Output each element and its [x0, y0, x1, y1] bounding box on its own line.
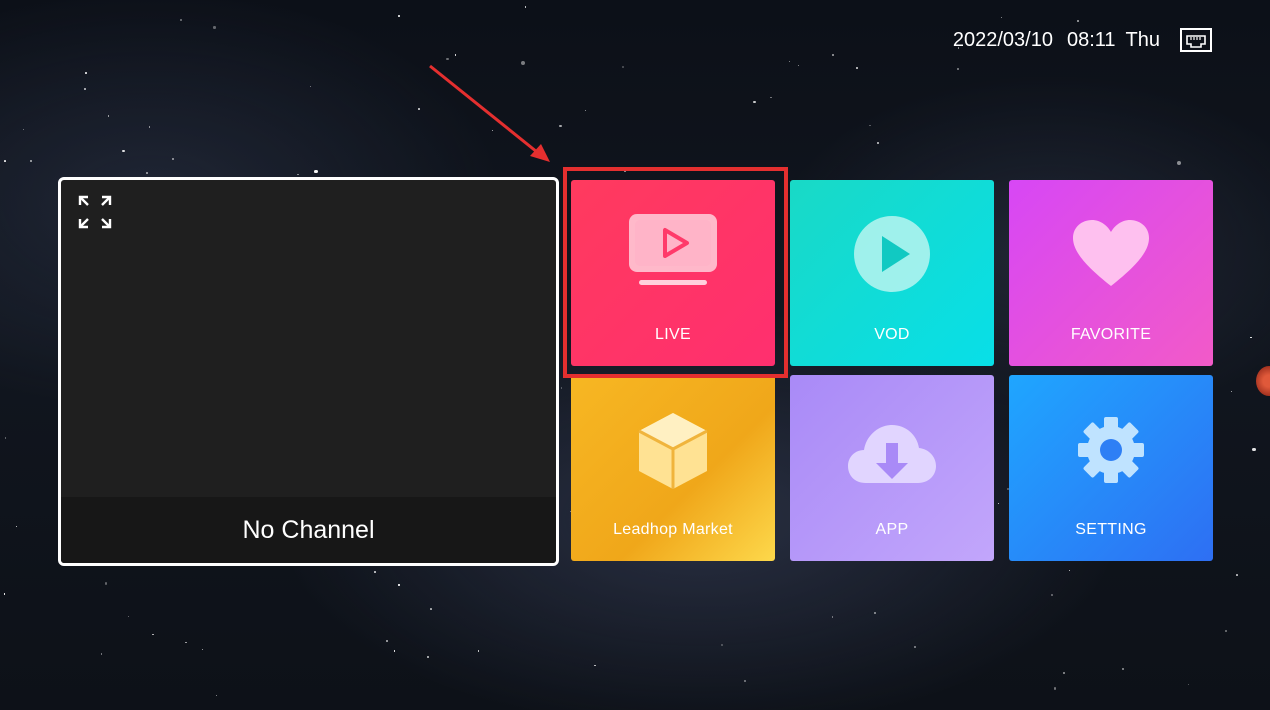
- star: [386, 639, 389, 643]
- star: [4, 436, 7, 439]
- star: [721, 644, 724, 647]
- star: [869, 124, 871, 126]
- star: [185, 641, 188, 644]
- star: [560, 387, 563, 390]
- star: [1050, 594, 1053, 597]
- heart-icon: [1073, 220, 1149, 286]
- time-text: 08:11: [1066, 28, 1116, 51]
- date-text: 2022/03/10: [952, 28, 1053, 51]
- star: [1224, 629, 1227, 633]
- star: [201, 648, 203, 651]
- star: [146, 172, 148, 174]
- star: [172, 157, 175, 160]
- star: [831, 53, 834, 57]
- star: [477, 650, 480, 652]
- star: [1177, 161, 1182, 166]
- box-icon: [638, 413, 708, 489]
- star: [1053, 687, 1057, 690]
- star: [913, 645, 916, 648]
- star: [104, 582, 108, 585]
- star: [1230, 391, 1232, 393]
- tile-setting[interactable]: SETTING: [1009, 375, 1213, 561]
- star: [84, 72, 87, 74]
- star: [128, 616, 130, 618]
- cloud-download-icon: [848, 425, 936, 483]
- star: [797, 64, 800, 67]
- star: [789, 60, 791, 62]
- gear-icon: [1078, 417, 1144, 483]
- star: [430, 607, 432, 610]
- tile-label: SETTING: [1075, 521, 1147, 538]
- star: [623, 169, 626, 172]
- star: [594, 664, 596, 667]
- star: [1076, 20, 1079, 23]
- star: [873, 611, 877, 614]
- tv-play-icon: [629, 214, 717, 285]
- star: [753, 101, 756, 104]
- tile-leadhop-market[interactable]: Leadhop Market: [571, 375, 775, 561]
- star: [1250, 336, 1252, 339]
- star: [100, 653, 103, 655]
- channel-preview[interactable]: No Channel: [58, 177, 559, 566]
- star: [84, 88, 86, 90]
- star: [313, 169, 318, 174]
- star: [398, 584, 400, 586]
- tile-vod[interactable]: VOD: [790, 180, 994, 366]
- fullscreen-icon[interactable]: [77, 194, 113, 230]
- weekday-text: Thu: [1125, 28, 1160, 51]
- star: [213, 26, 216, 29]
- star: [22, 128, 24, 130]
- star: [1062, 672, 1065, 675]
- star: [3, 593, 5, 595]
- star: [180, 18, 183, 21]
- star: [4, 160, 7, 163]
- play-circle-icon: [854, 216, 930, 292]
- tile-app[interactable]: APP: [790, 375, 994, 561]
- star: [313, 171, 316, 174]
- tile-live[interactable]: LIVE: [571, 180, 775, 366]
- star: [1187, 683, 1190, 685]
- ethernet-icon: [1180, 28, 1212, 52]
- star: [1121, 668, 1124, 671]
- star: [394, 650, 396, 652]
- star: [310, 86, 312, 88]
- tile-label: LIVE: [655, 326, 691, 343]
- edge-decoration: [1256, 366, 1270, 396]
- tile-label: VOD: [874, 326, 910, 343]
- star: [657, 168, 659, 170]
- star: [107, 115, 110, 117]
- star: [398, 15, 401, 17]
- tile-label: APP: [875, 521, 909, 538]
- star: [524, 5, 527, 8]
- star: [427, 655, 430, 658]
- tile-favorite[interactable]: FAVORITE: [1009, 180, 1213, 366]
- star: [831, 616, 834, 618]
- star: [770, 96, 772, 98]
- star: [373, 571, 376, 573]
- star: [876, 142, 879, 145]
- star: [152, 633, 154, 636]
- tile-label: FAVORITE: [1070, 326, 1152, 343]
- star: [1236, 574, 1238, 576]
- preview-caption: No Channel: [61, 497, 556, 563]
- annotation-arrow: [429, 64, 550, 162]
- star: [956, 67, 959, 70]
- star: [621, 65, 624, 68]
- star: [122, 149, 125, 153]
- star: [29, 159, 33, 163]
- star: [1069, 569, 1071, 571]
- status-bar: 2022/03/10 08:11 Thu: [953, 28, 1212, 52]
- star: [1001, 17, 1003, 19]
- star: [296, 173, 299, 176]
- star: [1252, 447, 1256, 452]
- star: [585, 110, 587, 112]
- star: [744, 680, 747, 683]
- tile-label: Leadhop Market: [613, 521, 733, 538]
- star: [997, 502, 999, 505]
- star: [454, 54, 457, 56]
- star: [215, 694, 217, 697]
- star: [16, 526, 18, 528]
- star: [856, 67, 858, 69]
- star: [148, 126, 150, 128]
